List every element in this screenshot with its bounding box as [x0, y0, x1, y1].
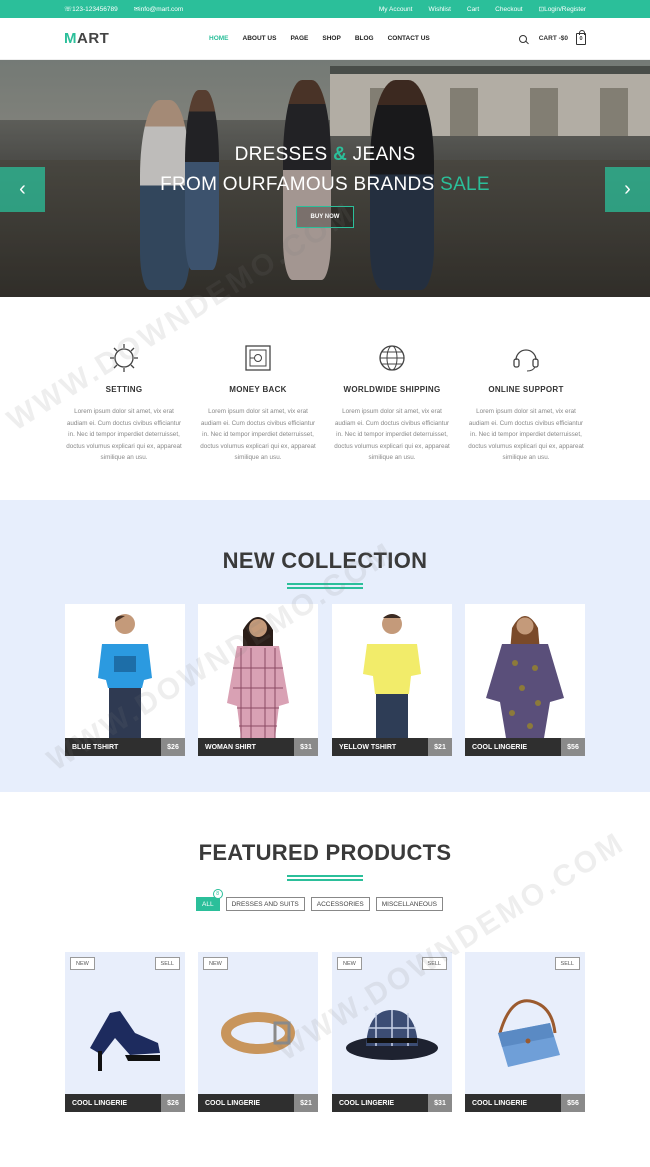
- header-actions: CART -$0 0: [518, 29, 586, 45]
- product-price: $21: [428, 738, 452, 756]
- email-address[interactable]: ✉info@mart.com: [134, 5, 184, 13]
- nav-home[interactable]: HOME: [209, 35, 229, 42]
- filter-all[interactable]: ALL 8: [196, 889, 223, 911]
- product-price: $21: [294, 1094, 318, 1112]
- headset-icon: [459, 340, 593, 376]
- site-header: MART HOME ABOUT US PAGE SHOP BLOG CONTAC…: [0, 18, 650, 60]
- sell-tag: SELL: [421, 957, 447, 970]
- safe-icon: [191, 340, 325, 376]
- product-name: COOL LINGERIE: [198, 1094, 294, 1112]
- feature-setting: SETTING Lorem ipsum dolor sit amet, vix …: [57, 340, 191, 464]
- product-image: [65, 974, 185, 1092]
- new-tag: NEW: [70, 957, 95, 970]
- product-image: [65, 604, 185, 738]
- wishlist-link[interactable]: Wishlist: [428, 6, 450, 13]
- featured-product-card[interactable]: NEW SELL COOL LINGERIE $31: [332, 952, 452, 1112]
- product-filters: ALL 8 DRESSES AND SUITS ACCESSORIES MISCE…: [196, 889, 444, 911]
- featured-product-card[interactable]: NEW SELL COOL LINGERIE $26: [65, 952, 185, 1112]
- feature-description: Lorem ipsum dolor sit amet, vix erat aud…: [200, 408, 316, 461]
- product-image: [332, 974, 452, 1092]
- nav-shop[interactable]: SHOP: [322, 35, 340, 42]
- shopping-bag-icon[interactable]: 0: [576, 29, 586, 45]
- product-name: COOL LINGERIE: [332, 1094, 428, 1112]
- filter-accessories[interactable]: ACCESSORIES: [310, 897, 370, 911]
- sell-tag: SELL: [154, 957, 180, 970]
- product-name: WOMAN SHIRT: [198, 738, 294, 756]
- product-price: $31: [294, 738, 318, 756]
- feature-title: MONEY BACK: [229, 385, 287, 394]
- new-tag: NEW: [203, 957, 228, 970]
- product-image: [198, 604, 318, 738]
- nav-page[interactable]: PAGE: [290, 35, 308, 42]
- chevron-right-icon: ›: [624, 178, 631, 200]
- nav-contact-us[interactable]: CONTACT US: [388, 35, 430, 42]
- filter-count-badge: 8: [212, 889, 223, 899]
- featured-product-card[interactable]: SELL COOL LINGERIE $56: [465, 952, 585, 1112]
- nav-blog[interactable]: BLOG: [355, 35, 374, 42]
- feature-title: ONLINE SUPPORT: [488, 385, 564, 394]
- featured-product-card[interactable]: NEW COOL LINGERIE $21: [198, 952, 318, 1112]
- product-name: BLUE TSHIRT: [65, 738, 161, 756]
- product-price: $26: [161, 1094, 185, 1112]
- filter-miscellaneous[interactable]: MISCELLANEOUS: [375, 897, 444, 911]
- search-icon[interactable]: [518, 34, 527, 43]
- feature-description: Lorem ipsum dolor sit amet, vix erat aud…: [468, 408, 584, 461]
- product-price: $56: [561, 738, 585, 756]
- feature-money-back: MONEY BACK Lorem ipsum dolor sit amet, v…: [191, 340, 325, 464]
- cart-link[interactable]: Cart: [467, 6, 479, 13]
- product-card[interactable]: WOMAN SHIRT $31: [198, 604, 318, 756]
- slider-next-button[interactable]: ›: [605, 167, 650, 212]
- new-collection-section: NEW COLLECTION BLUE TSHIRT $26 WOMAN SHI…: [0, 500, 650, 792]
- feature-description: Lorem ipsum dolor sit amet, vix erat aud…: [66, 408, 182, 461]
- product-image: [465, 974, 585, 1092]
- feature-title: SETTING: [105, 385, 143, 394]
- hero-subheadline: FROM OURFAMOUS BRANDS SALE: [160, 174, 490, 195]
- buy-now-button[interactable]: BUY NOW: [296, 206, 354, 228]
- product-image: [198, 974, 318, 1092]
- top-bar: ☏123-123456789 ✉info@mart.com My Account…: [0, 0, 650, 18]
- chevron-left-icon: ‹: [19, 178, 26, 200]
- new-tag: NEW: [337, 957, 362, 970]
- cart-count: 0: [579, 35, 583, 42]
- feature-description: Lorem ipsum dolor sit amet, vix erat aud…: [334, 408, 450, 461]
- cart-total[interactable]: CART -$0: [539, 35, 568, 42]
- slider-prev-button[interactable]: ‹: [0, 167, 45, 212]
- sell-tag: SELL: [554, 957, 580, 970]
- filter-dresses-and-suits[interactable]: DRESSES AND SUITS: [225, 897, 305, 911]
- section-title: NEW COLLECTION: [222, 548, 428, 573]
- product-price: $26: [161, 738, 185, 756]
- product-name: YELLOW TSHIRT: [332, 738, 428, 756]
- my-account-link[interactable]: My Account: [379, 6, 413, 13]
- product-card[interactable]: BLUE TSHIRT $26: [65, 604, 185, 756]
- title-underline: [287, 583, 363, 589]
- product-price: $56: [561, 1094, 585, 1112]
- account-links: My Account Wishlist Cart Checkout ⊡Login…: [379, 5, 586, 14]
- feature-worldwide-shipping: WORLDWIDE SHIPPING Lorem ipsum dolor sit…: [325, 340, 459, 464]
- feature-online-support: ONLINE SUPPORT Lorem ipsum dolor sit ame…: [459, 340, 593, 464]
- globe-icon: [325, 340, 459, 376]
- checkout-link[interactable]: Checkout: [495, 6, 522, 13]
- product-image: [465, 604, 585, 738]
- main-nav: HOME ABOUT US PAGE SHOP BLOG CONTACT US: [209, 35, 430, 42]
- product-card[interactable]: YELLOW TSHIRT $21: [332, 604, 452, 756]
- product-name: COOL LINGERIE: [465, 738, 561, 756]
- product-card[interactable]: COOL LINGERIE $56: [465, 604, 585, 756]
- phone-number: ☏123-123456789: [64, 6, 118, 13]
- nav-about-us[interactable]: ABOUT US: [243, 35, 277, 42]
- gear-icon: [57, 340, 191, 376]
- featured-title: FEATURED PRODUCTS: [198, 840, 452, 865]
- features-row: SETTING Lorem ipsum dolor sit amet, vix …: [57, 340, 593, 464]
- title-underline: [287, 875, 363, 881]
- contact-info: ☏123-123456789 ✉info@mart.com: [64, 5, 183, 13]
- login-register-link[interactable]: ⊡Login/Register: [539, 5, 586, 13]
- product-price: $31: [428, 1094, 452, 1112]
- product-image: [332, 604, 452, 738]
- feature-title: WORLDWIDE SHIPPING: [343, 385, 441, 394]
- product-name: COOL LINGERIE: [65, 1094, 161, 1112]
- hero-slider: DRESSES & JEANS FROM OURFAMOUS BRANDS SA…: [0, 60, 650, 297]
- hero-headline: DRESSES & JEANS: [234, 144, 416, 165]
- logo[interactable]: MART: [64, 30, 109, 47]
- product-name: COOL LINGERIE: [465, 1094, 561, 1112]
